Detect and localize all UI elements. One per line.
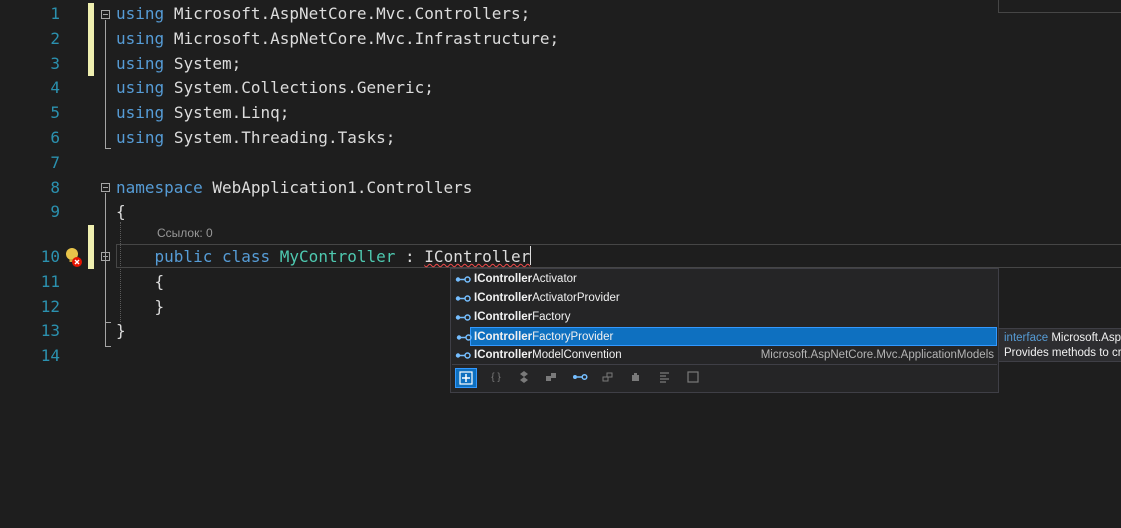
- tooltip-name: Microsoft.AspNetCore.Mvc.Infrastructure.…: [1051, 332, 1121, 344]
- line-number-7: 7: [50, 152, 60, 172]
- outline-line: [105, 148, 111, 149]
- namespace-token: WebApplication1.Controllers: [212, 177, 473, 197]
- brace-token: {: [116, 202, 126, 222]
- collapse-icon[interactable]: [101, 10, 110, 19]
- completion-list[interactable]: IControllerActivator IControllerActivato…: [450, 268, 999, 393]
- line-number-13: 13: [40, 321, 60, 341]
- interface-icon: [455, 295, 471, 302]
- outline-line: [105, 346, 111, 347]
- brace-token: }: [154, 296, 165, 316]
- interface-icon: [455, 276, 471, 283]
- line-number-1: 1: [50, 4, 60, 23]
- interface-icon: [456, 334, 472, 341]
- class-name-token: MyController: [279, 247, 396, 266]
- namespace-token: System;: [173, 53, 242, 73]
- interface-filter-icon[interactable]: [569, 368, 591, 388]
- keyword-token: using: [116, 28, 165, 48]
- code-line-4[interactable]: using System.Collections.Generic;: [116, 76, 434, 101]
- completion-label: IControllerModelConvention: [474, 349, 622, 361]
- codelens-references[interactable]: Ссылок: 0: [157, 226, 213, 240]
- keyword-token: using: [116, 53, 165, 73]
- namespace-token: System.Collections.Generic;: [173, 78, 434, 98]
- line-number-12: 12: [40, 296, 60, 316]
- completion-label: IControllerFactoryProvider: [474, 331, 614, 343]
- code-line-12[interactable]: }: [116, 295, 165, 320]
- interface-icon: [455, 352, 471, 359]
- keyword-token: namespace: [116, 177, 203, 197]
- outline-line: [105, 20, 106, 148]
- tooltip-keyword: interface: [1004, 332, 1049, 344]
- namespace-token: System.Linq;: [173, 103, 290, 123]
- structure-filter-icon[interactable]: [540, 368, 562, 388]
- completion-label: IControllerActivator: [474, 273, 577, 285]
- line-number-5: 5: [50, 103, 60, 123]
- code-line-1[interactable]: using Microsoft.AspNetCore.Mvc.Controlle…: [116, 2, 530, 27]
- completion-item[interactable]: IControllerActivator: [452, 270, 997, 289]
- completion-item[interactable]: IControllerModelConvention Microsoft.Asp…: [452, 346, 997, 365]
- code-line-5[interactable]: using System.Linq;: [116, 101, 289, 126]
- brace-token: {: [154, 271, 165, 291]
- error-token: IController: [424, 247, 531, 266]
- completion-namespace: Microsoft.AspNetCore.Mvc.ApplicationMode…: [760, 349, 994, 361]
- keyword-token: public: [154, 247, 213, 266]
- completion-item[interactable]: IControllerFactory: [452, 308, 997, 327]
- code-line-6[interactable]: using System.Threading.Tasks;: [116, 126, 395, 151]
- line-number-14: 14: [40, 346, 60, 366]
- completion-item[interactable]: IControllerActivatorProvider: [452, 289, 997, 308]
- line-number-10: 10: [40, 247, 60, 266]
- code-line-10[interactable]: public class MyController : IController: [116, 245, 532, 270]
- code-line-13[interactable]: }: [116, 319, 126, 344]
- change-bar: [88, 3, 94, 76]
- collapse-icon[interactable]: [101, 183, 110, 192]
- keyword-token: using: [116, 128, 165, 147]
- snippet-filter-icon[interactable]: [682, 368, 704, 388]
- code-line-9[interactable]: {: [116, 200, 126, 225]
- quick-info-tooltip: interface Microsoft.AspNetCore.Mvc.Infra…: [998, 328, 1121, 362]
- module-filter-icon[interactable]: [654, 368, 676, 388]
- enum-filter-icon[interactable]: [597, 368, 619, 388]
- keyword-token: using: [116, 103, 165, 123]
- keyword-token: using: [116, 78, 165, 98]
- code-line-2[interactable]: using Microsoft.AspNetCore.Mvc.Infrastru…: [116, 27, 559, 52]
- code-line-8[interactable]: namespace WebApplication1.Controllers: [116, 176, 472, 201]
- line-number-3: 3: [50, 53, 60, 73]
- code-line-3[interactable]: using System;: [116, 52, 241, 77]
- outline-line: [105, 322, 111, 323]
- namespace-token: Microsoft.AspNetCore.Mvc.Controllers;: [173, 4, 531, 23]
- change-bar: [88, 225, 94, 269]
- scroll-indicator-box: [998, 0, 1121, 13]
- expand-filter-icon[interactable]: [455, 368, 477, 388]
- line-number-8: 8: [50, 177, 60, 197]
- line-number-11: 11: [40, 271, 60, 291]
- line-number-4: 4: [50, 78, 60, 98]
- namespace-token: Microsoft.AspNetCore.Mvc.Infrastructure;: [173, 28, 560, 48]
- brace-token: }: [116, 321, 126, 341]
- tooltip-description: Provides methods to create and release a…: [1004, 347, 1121, 359]
- code-line-11[interactable]: {: [116, 270, 165, 295]
- delegate-filter-icon[interactable]: [625, 368, 647, 388]
- interface-icon: [455, 314, 471, 321]
- text-caret: [530, 246, 532, 265]
- line-number-9: 9: [50, 202, 60, 222]
- keyword-token: using: [116, 4, 165, 23]
- namespace-filter-icon[interactable]: { }: [485, 368, 507, 388]
- collapse-icon[interactable]: [101, 252, 110, 261]
- completion-filter-bar: { }: [452, 364, 997, 391]
- completion-label: IControllerActivatorProvider: [474, 292, 620, 304]
- line-number-6: 6: [50, 128, 60, 147]
- completion-label: IControllerFactory: [474, 311, 571, 323]
- class-filter-icon[interactable]: [514, 368, 536, 388]
- lightbulb-error-icon[interactable]: [64, 245, 84, 269]
- line-number-2: 2: [50, 28, 60, 48]
- code-editor[interactable]: 1 2 3 4 5 6 7 8 9 10 11 12 13 14 using M…: [0, 0, 1121, 528]
- completion-item-selected[interactable]: IControllerFactoryProvider: [456, 327, 997, 346]
- colon-token: :: [405, 247, 415, 266]
- namespace-token: System.Threading.Tasks;: [173, 128, 396, 147]
- outline-line: [105, 262, 106, 322]
- keyword-token: class: [221, 247, 271, 266]
